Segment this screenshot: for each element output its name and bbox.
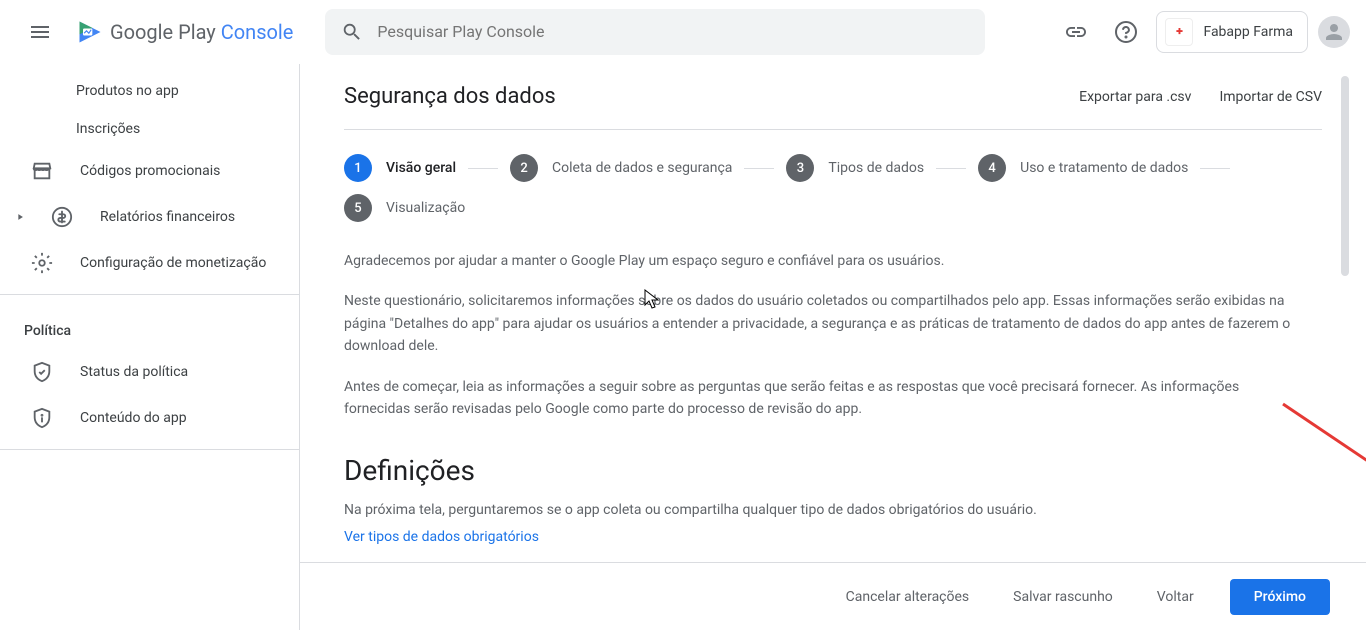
import-csv-button[interactable]: Importar de CSV	[1219, 89, 1322, 105]
page-header: Segurança dos dados Exportar para .csv I…	[344, 84, 1322, 130]
definitions-paragraph: Na próxima tela, perguntaremos se o app …	[344, 499, 1304, 521]
developer-account-chip[interactable]: ✚ Fabapp Farma	[1156, 11, 1308, 53]
definitions-heading: Definições	[344, 454, 1322, 487]
step-3[interactable]: 3 Tipos de dados	[786, 154, 924, 182]
sidebar-item-monetization-setup[interactable]: Configuração de monetização	[0, 240, 299, 286]
help-icon	[1114, 20, 1138, 44]
shield-info-icon	[30, 406, 54, 430]
search-icon	[341, 21, 363, 43]
sidebar-item-financial-reports[interactable]: Relatórios financeiros	[0, 194, 299, 240]
step-number: 5	[344, 194, 372, 222]
step-divider	[936, 168, 966, 169]
play-console-icon	[76, 18, 104, 46]
developer-name: Fabapp Farma	[1203, 24, 1293, 40]
sidebar-item-promo-codes[interactable]: Códigos promocionais	[0, 148, 299, 194]
step-divider	[744, 168, 774, 169]
hamburger-icon	[28, 20, 52, 44]
sidebar: Produtos no app Inscrições Códigos promo…	[0, 64, 300, 630]
header: Google Play Console ✚ Fabapp Farma	[0, 0, 1366, 64]
stepper: 1 Visão geral 2 Coleta de dados e segura…	[344, 154, 1322, 222]
menu-button[interactable]	[16, 8, 64, 56]
sidebar-divider	[0, 449, 299, 450]
link-button[interactable]	[1056, 12, 1096, 52]
sidebar-item-label: Inscrições	[76, 121, 140, 137]
footer-actions: Cancelar alterações Salvar rascunho Volt…	[300, 562, 1366, 630]
sidebar-item-label: Relatórios financeiros	[100, 209, 235, 225]
step-number: 2	[510, 154, 538, 182]
intro-paragraph-3: Antes de começar, leia as informações a …	[344, 376, 1304, 421]
page-title: Segurança dos dados	[344, 84, 556, 109]
step-2[interactable]: 2 Coleta de dados e segurança	[510, 154, 732, 182]
step-label: Tipos de dados	[828, 160, 924, 176]
sidebar-item-subscriptions[interactable]: Inscrições	[0, 110, 299, 148]
shield-check-icon	[30, 360, 54, 384]
sidebar-item-app-content[interactable]: Conteúdo do app	[0, 395, 299, 441]
export-csv-button[interactable]: Exportar para .csv	[1079, 89, 1191, 105]
main-content: Segurança dos dados Exportar para .csv I…	[300, 64, 1366, 630]
step-label: Uso e tratamento de dados	[1020, 160, 1188, 176]
help-button[interactable]	[1106, 12, 1146, 52]
developer-app-icon: ✚	[1165, 18, 1193, 46]
required-data-types-link[interactable]: Ver tipos de dados obrigatórios	[344, 529, 539, 545]
sidebar-item-policy-status[interactable]: Status da política	[0, 349, 299, 395]
sidebar-divider	[0, 294, 299, 295]
logo-text: Google Play Console	[110, 20, 293, 44]
sidebar-item-label: Status da política	[80, 364, 188, 380]
step-label: Visão geral	[386, 160, 456, 176]
user-avatar[interactable]	[1318, 16, 1350, 48]
intro-paragraph-2: Neste questionário, solicitaremos inform…	[344, 290, 1304, 357]
search-bar[interactable]	[325, 9, 985, 55]
step-number: 4	[978, 154, 1006, 182]
step-4[interactable]: 4 Uso e tratamento de dados	[978, 154, 1188, 182]
step-label: Visualização	[386, 200, 465, 216]
step-divider	[1200, 168, 1230, 169]
sidebar-item-label: Conteúdo do app	[80, 410, 187, 426]
step-1[interactable]: 1 Visão geral	[344, 154, 456, 182]
chevron-right-icon	[10, 212, 30, 222]
sidebar-item-label: Configuração de monetização	[80, 255, 266, 271]
intro-paragraph-1: Agradecemos por ajudar a manter o Google…	[344, 250, 1304, 272]
step-number: 1	[344, 154, 372, 182]
back-button[interactable]: Voltar	[1149, 581, 1202, 613]
next-button[interactable]: Próximo	[1230, 579, 1330, 615]
scrollbar-thumb[interactable]	[1341, 76, 1349, 276]
step-divider	[468, 168, 498, 169]
search-input[interactable]	[377, 22, 969, 41]
sidebar-item-label: Códigos promocionais	[80, 163, 220, 179]
logo[interactable]: Google Play Console	[76, 18, 293, 46]
step-5[interactable]: 5 Visualização	[344, 194, 465, 222]
step-label: Coleta de dados e segurança	[552, 160, 732, 176]
scrollbar[interactable]	[1341, 76, 1349, 556]
save-draft-button[interactable]: Salvar rascunho	[1005, 581, 1121, 613]
storefront-icon	[30, 159, 54, 183]
sidebar-section-policy: Política	[0, 303, 299, 349]
sidebar-item-products[interactable]: Produtos no app	[0, 72, 299, 110]
dollar-circle-icon	[50, 205, 74, 229]
gear-icon	[30, 251, 54, 275]
sidebar-item-label: Produtos no app	[76, 83, 179, 99]
cancel-button[interactable]: Cancelar alterações	[838, 581, 978, 613]
step-number: 3	[786, 154, 814, 182]
person-icon	[1322, 20, 1346, 44]
link-icon	[1064, 20, 1088, 44]
